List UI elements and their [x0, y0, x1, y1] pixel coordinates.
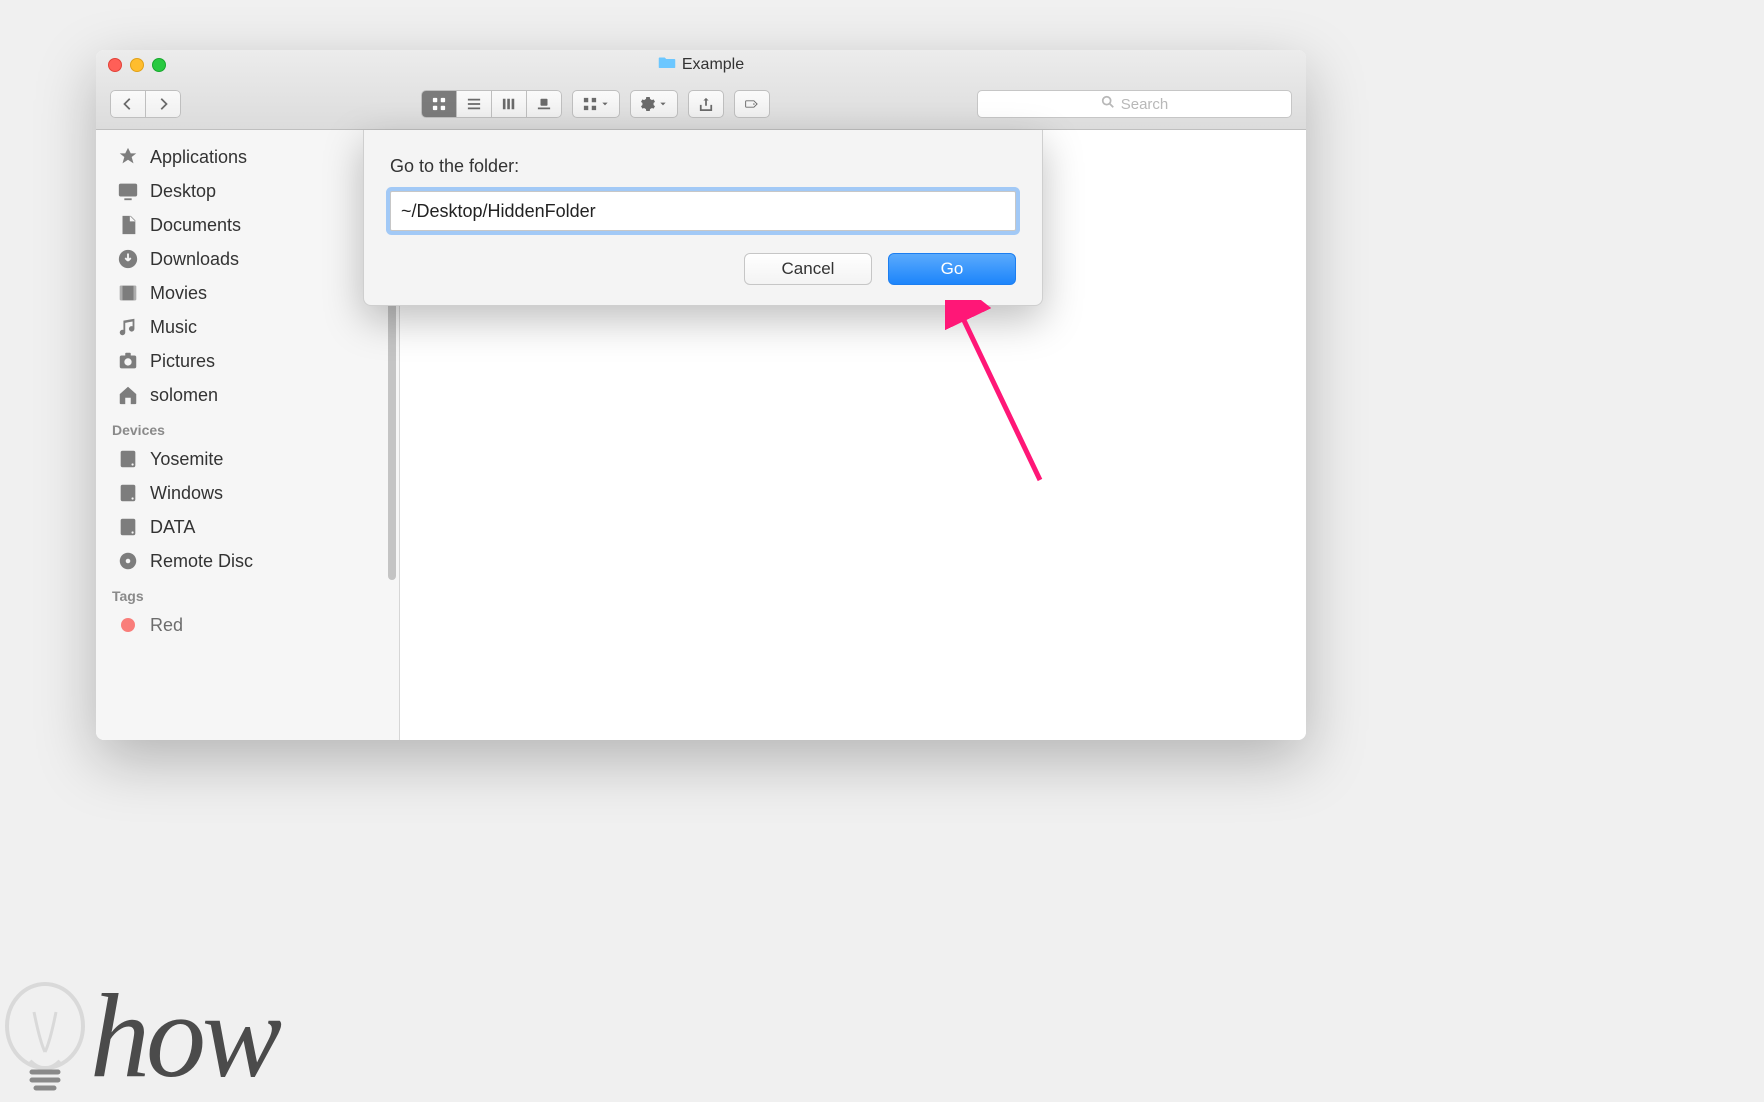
coverflow-view-button[interactable] [527, 90, 562, 118]
column-view-button[interactable] [492, 90, 527, 118]
pictures-icon [116, 350, 140, 372]
sidebar-item-label: Downloads [150, 249, 239, 270]
go-to-folder-dialog: Go to the folder: Cancel Go [363, 130, 1043, 306]
go-button[interactable]: Go [888, 253, 1016, 285]
sidebar-item-windows[interactable]: Windows [96, 476, 399, 510]
sidebar-item-label: DATA [150, 517, 195, 538]
sidebar-item-label: Music [150, 317, 197, 338]
title-row: Example [96, 50, 1306, 80]
tag-color-icon [116, 614, 140, 636]
documents-icon [116, 214, 140, 236]
arrange-dropdown[interactable] [572, 90, 620, 118]
sidebar-item-yosemite[interactable]: Yosemite [96, 442, 399, 476]
sidebar-item-desktop[interactable]: Desktop [96, 174, 399, 208]
music-icon [116, 316, 140, 338]
icon-view-button[interactable] [421, 90, 457, 118]
search-icon [1101, 95, 1115, 113]
sidebar-item-data[interactable]: DATA [96, 510, 399, 544]
sidebar-item-label: Desktop [150, 181, 216, 202]
sidebar-item-label: Movies [150, 283, 207, 304]
hdd-icon [116, 482, 140, 504]
applications-icon [116, 146, 140, 168]
sidebar-tag-red[interactable]: Red [96, 608, 399, 642]
hdd-icon [116, 516, 140, 538]
zoom-window-button[interactable] [152, 58, 166, 72]
search-placeholder: Search [1121, 96, 1169, 113]
sidebar-item-label: Remote Disc [150, 551, 253, 572]
view-mode-group [421, 90, 562, 118]
sidebar-item-label: Red [150, 615, 183, 636]
watermark-text: how [90, 976, 278, 1096]
sidebar: Applications Desktop Documents Downloads… [96, 130, 400, 740]
sidebar-item-label: Documents [150, 215, 241, 236]
window-title: Example [96, 50, 1306, 80]
desktop-icon [116, 180, 140, 202]
back-button[interactable] [110, 90, 146, 118]
sidebar-item-downloads[interactable]: Downloads [96, 242, 399, 276]
tags-section-label: Tags [96, 578, 399, 608]
share-button[interactable] [688, 90, 724, 118]
folder-icon [658, 55, 676, 74]
sidebar-item-label: solomen [150, 385, 218, 406]
nav-group [110, 90, 181, 118]
sidebar-item-music[interactable]: Music [96, 310, 399, 344]
sidebar-item-remote-disc[interactable]: Remote Disc [96, 544, 399, 578]
cancel-button[interactable]: Cancel [744, 253, 872, 285]
hdd-icon [116, 448, 140, 470]
disc-icon [116, 550, 140, 572]
window-title-label: Example [682, 56, 744, 74]
action-dropdown[interactable] [630, 90, 678, 118]
sidebar-item-pictures[interactable]: Pictures [96, 344, 399, 378]
sidebar-item-label: Windows [150, 483, 223, 504]
sidebar-item-applications[interactable]: Applications [96, 140, 399, 174]
sidebar-item-label: Yosemite [150, 449, 223, 470]
dialog-label: Go to the folder: [390, 156, 1016, 177]
lightbulb-icon [0, 976, 90, 1096]
sidebar-item-home[interactable]: solomen [96, 378, 399, 412]
traffic-lights [108, 58, 166, 72]
close-window-button[interactable] [108, 58, 122, 72]
search-input[interactable]: Search [977, 90, 1292, 118]
devices-section-label: Devices [96, 412, 399, 442]
sidebar-item-documents[interactable]: Documents [96, 208, 399, 242]
sidebar-item-label: Pictures [150, 351, 215, 372]
titlebar: Example [96, 50, 1306, 130]
movies-icon [116, 282, 140, 304]
minimize-window-button[interactable] [130, 58, 144, 72]
toolbar: Search [96, 80, 1306, 129]
home-icon [116, 384, 140, 406]
watermark: how [0, 976, 278, 1096]
forward-button[interactable] [146, 90, 181, 118]
folder-path-input[interactable] [390, 191, 1016, 231]
cancel-button-label: Cancel [782, 259, 835, 279]
go-button-label: Go [941, 259, 964, 279]
tags-button[interactable] [734, 90, 770, 118]
list-view-button[interactable] [457, 90, 492, 118]
sidebar-item-movies[interactable]: Movies [96, 276, 399, 310]
dialog-buttons: Cancel Go [390, 253, 1016, 285]
sidebar-item-label: Applications [150, 147, 247, 168]
downloads-icon [116, 248, 140, 270]
